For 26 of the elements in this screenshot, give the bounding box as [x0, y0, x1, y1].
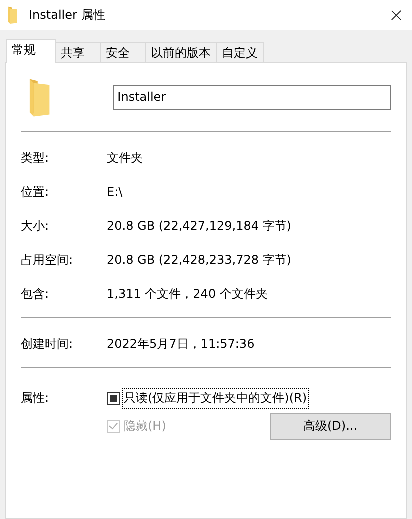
- field-value: E:\: [107, 185, 123, 199]
- checkbox-label: 隐藏(H): [123, 418, 168, 434]
- field-value: 文件夹: [107, 150, 143, 166]
- field-label: 包含:: [21, 286, 50, 302]
- field-value: 20.8 GB (22,427,129,184 字节): [107, 218, 292, 234]
- field-label: 创建时间:: [21, 336, 74, 352]
- name-field[interactable]: Installer: [112, 84, 391, 110]
- field-value: 2022年5月7日，11:57:36: [107, 336, 255, 352]
- checkbox[interactable]: [107, 392, 120, 404]
- field-label: 占用空间:: [21, 252, 74, 268]
- field-label: 属性:: [21, 390, 50, 407]
- tab[interactable]: 常规: [6, 39, 56, 63]
- field-label: 大小:: [21, 218, 50, 234]
- field-value: 1,311 个文件，240 个文件夹: [107, 286, 268, 302]
- checkbox-label: 只读(仅应用于文件夹中的文件)(R): [122, 388, 310, 408]
- tab[interactable]: 共享: [55, 42, 101, 62]
- tab[interactable]: 自定义: [216, 42, 264, 62]
- field-value: 20.8 GB (22,428,233,728 字节): [107, 252, 292, 268]
- folder-icon: [7, 6, 19, 24]
- advanced-button[interactable]: 高级(D)...: [270, 412, 391, 440]
- close-icon[interactable]: [391, 10, 402, 20]
- folder-icon: [28, 77, 52, 117]
- tab[interactable]: 安全: [100, 42, 146, 62]
- window-title: Installer 属性: [29, 6, 106, 24]
- field-label: 位置:: [21, 184, 50, 200]
- field-label: 类型:: [21, 150, 50, 166]
